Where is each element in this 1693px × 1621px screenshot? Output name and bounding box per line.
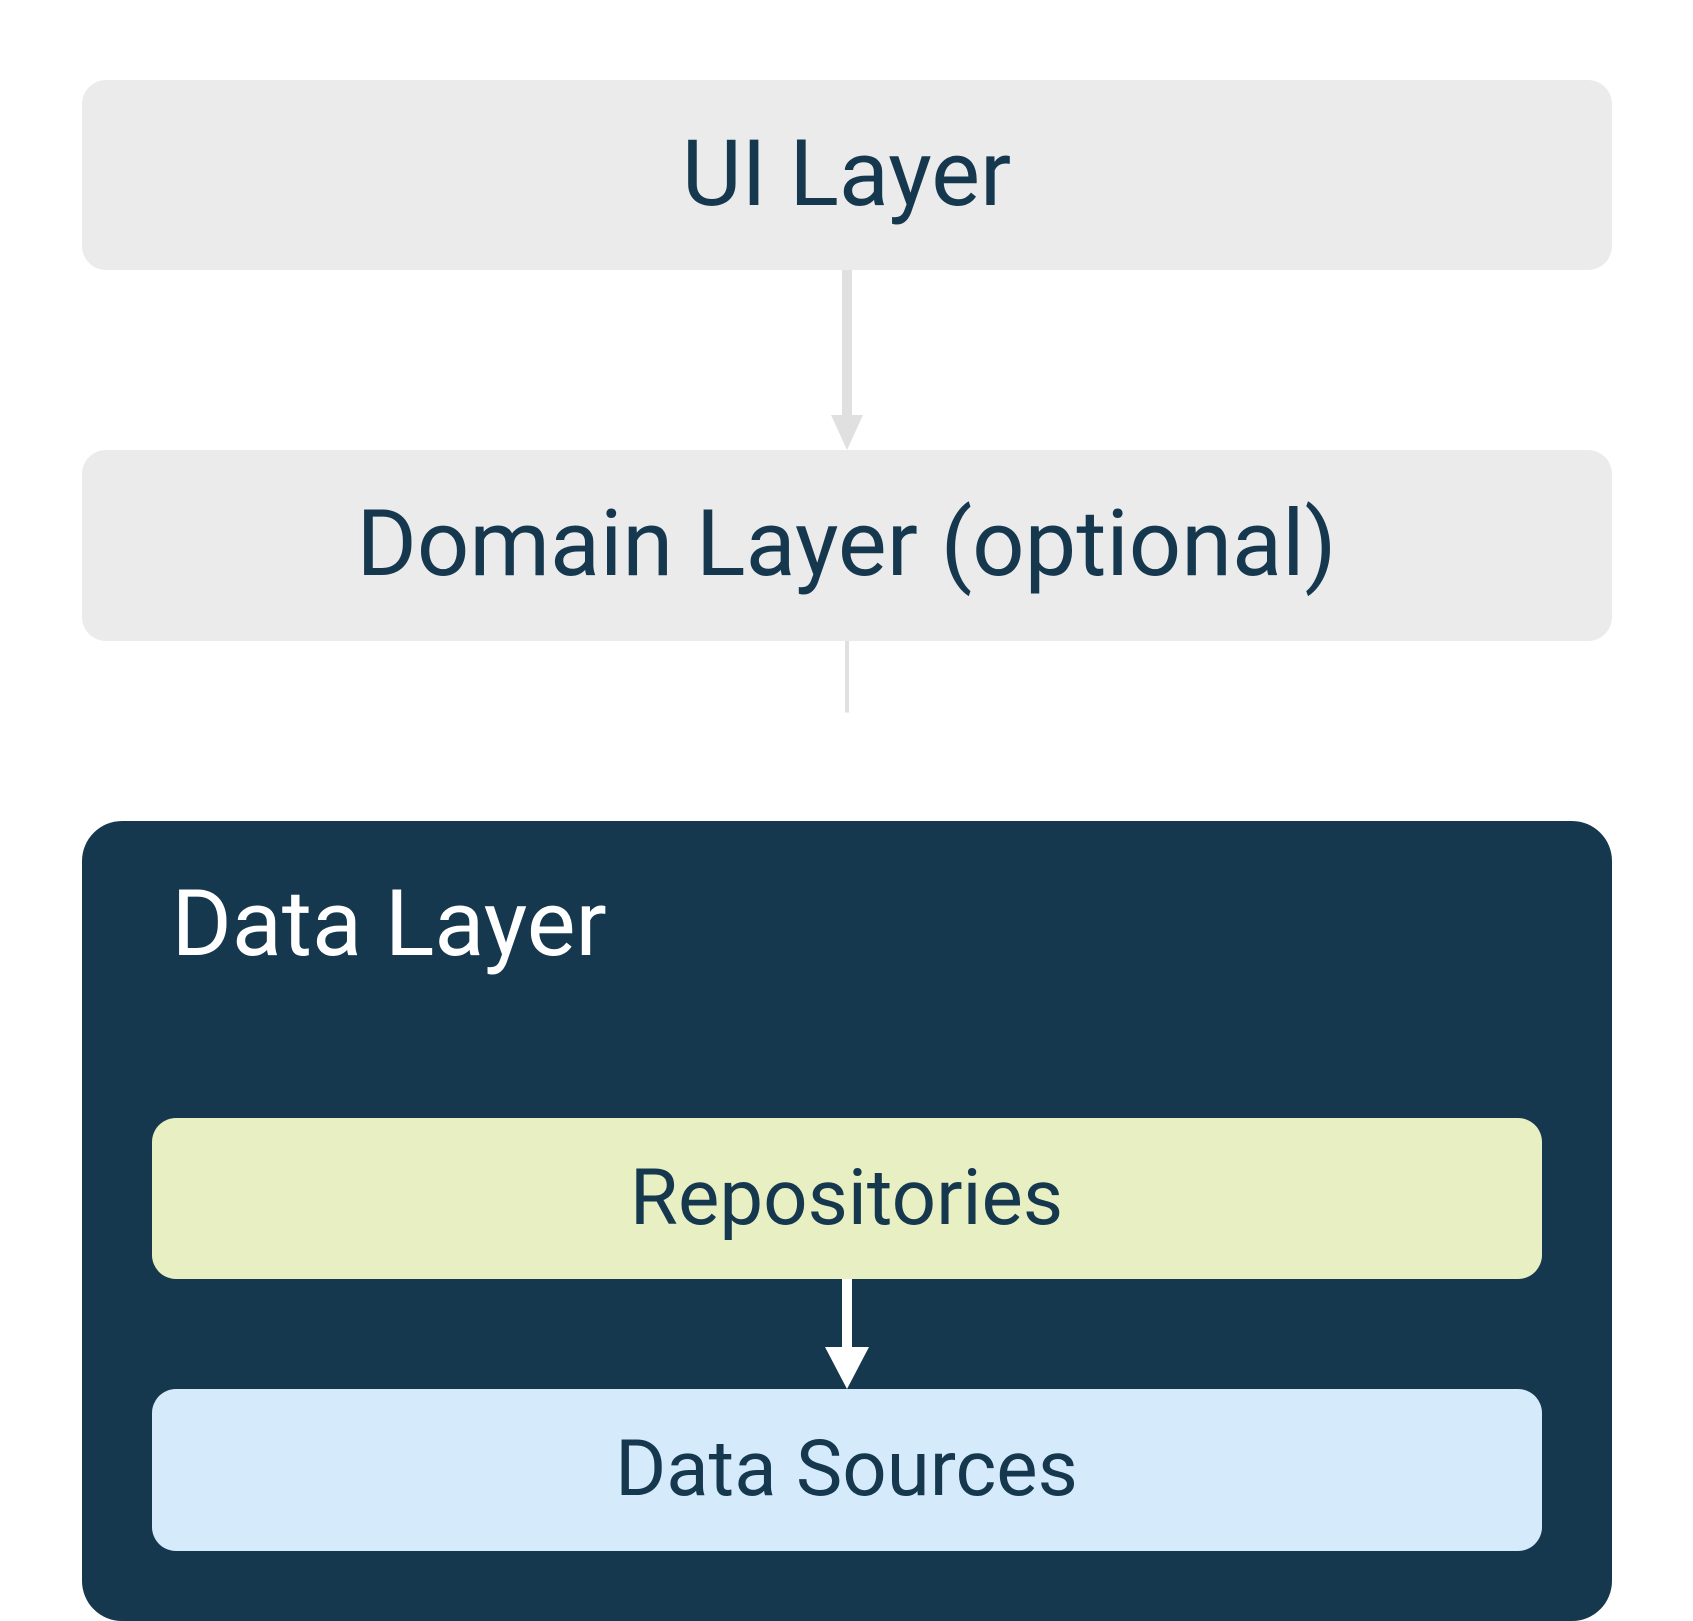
arrow-down-icon [823,1279,871,1389]
architecture-diagram: UI Layer Domain Layer (optional) Data La… [82,80,1612,1621]
repositories-box: Repositories [152,1118,1542,1280]
arrow-down-icon [823,641,871,821]
arrow-domain-to-data [823,641,871,821]
repositories-label: Repositories [630,1153,1063,1244]
ui-layer-box: UI Layer [82,80,1612,270]
arrow-ui-to-domain [827,270,867,450]
ui-layer-label: UI Layer [682,121,1011,228]
spacer-for-arrow [152,988,1542,1118]
arrow-down-icon [827,270,867,450]
data-layer-title: Data Layer [152,871,1542,978]
domain-layer-label: Domain Layer (optional) [356,491,1336,598]
data-sources-box: Data Sources [152,1389,1542,1551]
data-sources-label: Data Sources [615,1424,1078,1515]
data-layer-container: Data Layer Repositories Data Sources [82,821,1612,1621]
arrow-repo-to-sources [152,1279,1542,1389]
domain-layer-box: Domain Layer (optional) [82,450,1612,640]
